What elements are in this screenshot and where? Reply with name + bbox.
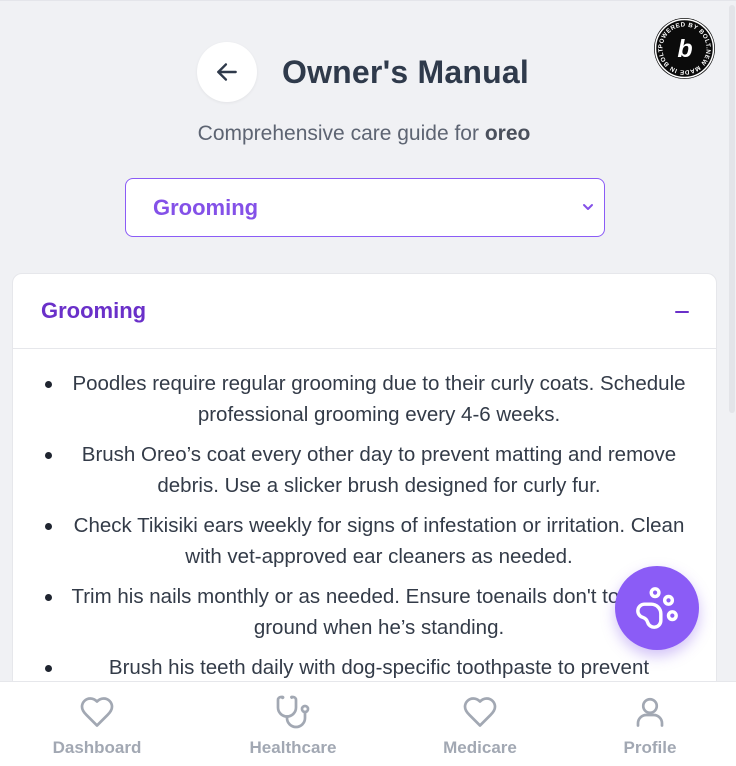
tip-text: Trim his nails monthly or as needed. Ens… (71, 585, 687, 639)
list-item: Brush Oreo’s coat every other day to pre… (13, 439, 716, 510)
bolt-badge[interactable]: POWERED BY BOLT.NEW MADE IN BOLT.NEW b (651, 13, 715, 79)
bottom-nav: Dashboard Healthcare Medicare Profile (0, 681, 736, 766)
list-item: Poodles require regular grooming due to … (13, 368, 716, 439)
bullet-icon (45, 523, 52, 530)
minus-icon[interactable] (675, 311, 689, 313)
section-header[interactable]: Grooming (13, 274, 716, 349)
bullet-icon (45, 452, 52, 459)
nav-item-profile[interactable]: Profile (575, 682, 725, 766)
back-button[interactable] (197, 42, 257, 102)
chevron-down-icon (583, 204, 593, 210)
tip-text: Poodles require regular grooming due to … (72, 372, 686, 426)
category-select[interactable]: Grooming (125, 178, 605, 237)
arrow-left-icon (217, 63, 237, 81)
tips-list: Poodles require regular grooming due to … (13, 368, 716, 702)
user-icon (636, 697, 664, 727)
tip-text: Brush his teeth daily with dog-specific … (108, 656, 650, 679)
nav-item-medicare[interactable]: Medicare (405, 682, 555, 766)
tip-text: Brush Oreo’s coat every other day to pre… (81, 443, 677, 497)
app-frame: Owner's Manual POWERED BY BOLT.NEW MADE … (0, 0, 736, 766)
page-scrollbar[interactable] (728, 1, 736, 681)
pet-assistant-button[interactable] (615, 566, 699, 650)
paw-icon (636, 587, 678, 629)
nav-item-healthcare[interactable]: Healthcare (218, 682, 368, 766)
section-title: Grooming (41, 298, 147, 323)
bullet-icon (45, 665, 52, 672)
category-select-value: Grooming (153, 195, 259, 220)
nav-label: Dashboard (52, 738, 142, 757)
nav-label: Profile (623, 738, 677, 757)
nav-label: Medicare (443, 738, 517, 757)
bullet-icon (45, 381, 52, 388)
section-card: Grooming Poodles require regular groomin… (12, 273, 717, 703)
nav-label: Healthcare (249, 738, 337, 757)
page-header: Owner's Manual (0, 41, 736, 103)
page-subtitle: Comprehensive care guide for oreo (0, 122, 728, 146)
nav-item-dashboard[interactable]: Dashboard (22, 682, 172, 766)
heart-icon (463, 697, 497, 727)
bullet-icon (45, 594, 52, 601)
subtitle-text: Comprehensive care guide for (197, 122, 485, 145)
tip-text: Check Tikisiki ears weekly for signs of … (73, 514, 685, 568)
stethoscope-icon (276, 695, 310, 729)
bolt-logo-icon: POWERED BY BOLT.NEW MADE IN BOLT.NEW b (651, 13, 715, 79)
badge-letter: b (677, 35, 692, 63)
pet-name: oreo (484, 122, 531, 145)
heart-icon (80, 697, 114, 727)
list-item: Trim his nails monthly or as needed. Ens… (13, 581, 716, 652)
page-title: Owner's Manual (282, 54, 529, 90)
list-item: Check Tikisiki ears weekly for signs of … (13, 510, 716, 581)
